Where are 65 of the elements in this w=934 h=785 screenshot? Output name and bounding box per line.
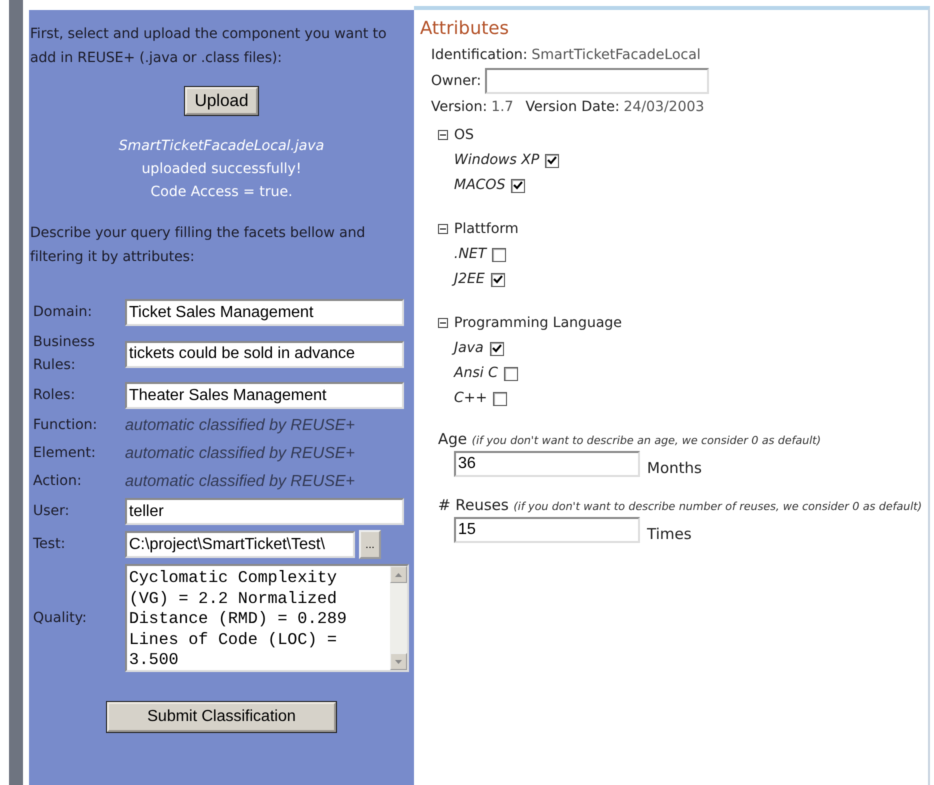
down-arrow-icon bbox=[395, 660, 402, 664]
owner-field[interactable] bbox=[485, 68, 710, 94]
field-heading: # Reuses (if you don't want to describe number of reuses, we consider 0 as default) bbox=[438, 495, 922, 516]
field-label: Owner: bbox=[431, 72, 482, 91]
unit-label: Times bbox=[647, 525, 692, 543]
facet-label: Roles: bbox=[33, 386, 76, 405]
field-label: Identification: bbox=[431, 46, 528, 65]
file-path-field[interactable]: C:\project\SmartTicket\Test\ bbox=[125, 531, 355, 558]
auto-classified-note: automatic classified by REUSE+ bbox=[125, 444, 356, 464]
upload-status: Code Access = true. bbox=[150, 183, 293, 202]
option-label: C++ bbox=[454, 389, 488, 408]
option-label: Java bbox=[454, 336, 484, 361]
auto-classified-note: automatic classified by REUSE+ bbox=[125, 416, 356, 436]
checked-checkbox[interactable] bbox=[545, 154, 560, 168]
text-field[interactable]: tickets could be sold in advance bbox=[125, 340, 404, 368]
quality-field[interactable]: Cyclomatic Complexity (VG) = 2.2 Normalized Distance (RMD) = 0.289 Lines of Code (LOC) = 3.500 bbox=[125, 564, 409, 672]
option-label: Ansi C bbox=[454, 364, 498, 383]
option-label: MACOS bbox=[454, 176, 506, 195]
option-label: J2EE bbox=[454, 267, 485, 292]
group-title: Plattform bbox=[454, 220, 519, 239]
group-title: OS bbox=[454, 126, 474, 145]
upload-status: uploaded successfully! bbox=[142, 160, 302, 179]
collapse-icon[interactable] bbox=[438, 130, 448, 140]
field-value: 24/03/2003 bbox=[624, 98, 704, 117]
facet-label: Element: bbox=[33, 444, 97, 463]
submit-button[interactable]: Submit Classification bbox=[107, 702, 336, 732]
facet-label: Business Rules: bbox=[33, 333, 96, 375]
query-instructions: Describe your query filling the facets bellow and filtering it by attributes: bbox=[29, 224, 366, 267]
field-label: Version Date: bbox=[525, 98, 620, 117]
facet-label: Quality: bbox=[33, 608, 88, 628]
facet-label: Domain: bbox=[33, 303, 94, 322]
scroll-up-button[interactable] bbox=[390, 566, 407, 583]
collapse-icon[interactable] bbox=[438, 224, 448, 234]
field-heading: Age (if you don't want to describe an age, we consider 0 as default) bbox=[438, 429, 822, 450]
unit-label: Months bbox=[647, 459, 702, 477]
facet-label: Function: bbox=[33, 416, 98, 435]
auto-classified-note: automatic classified by REUSE+ bbox=[125, 472, 356, 492]
checkbox[interactable] bbox=[504, 366, 518, 380]
upload-button[interactable]: Upload bbox=[184, 87, 258, 115]
text-field[interactable]: Theater Sales Management bbox=[125, 382, 404, 409]
facet-label: Test: bbox=[33, 535, 66, 554]
number-field[interactable]: 36 bbox=[454, 451, 640, 477]
facet-label: Action: bbox=[33, 472, 83, 491]
checked-checkbox[interactable] bbox=[490, 342, 504, 356]
text-field[interactable]: Ticket Sales Management bbox=[125, 299, 404, 326]
scroll-down-button[interactable] bbox=[390, 653, 407, 670]
field-label: Version: bbox=[431, 98, 488, 117]
section-title: Attributes bbox=[420, 17, 510, 41]
collapse-icon[interactable] bbox=[438, 318, 448, 328]
option-label: .NET bbox=[454, 245, 486, 264]
checkbox[interactable] bbox=[492, 248, 506, 262]
facet-label: User: bbox=[33, 502, 70, 521]
upload-instructions: First, select and upload the component you want to add in REUSE+ (.java or .class files): bbox=[29, 25, 388, 68]
field-value: SmartTicketFacadeLocal bbox=[532, 46, 701, 65]
up-arrow-icon bbox=[395, 572, 402, 576]
number-field[interactable]: 15 bbox=[454, 517, 640, 543]
text-field[interactable]: teller bbox=[125, 498, 404, 525]
group-title: Programming Language bbox=[454, 314, 622, 333]
option-label: Windows XP bbox=[454, 151, 540, 170]
checked-checkbox[interactable] bbox=[511, 178, 526, 192]
checked-checkbox[interactable] bbox=[490, 272, 505, 286]
checkbox[interactable] bbox=[493, 392, 508, 406]
browse-button[interactable]: ... bbox=[359, 530, 381, 559]
field-value: 1.7 bbox=[491, 98, 514, 117]
uploaded-file-name: SmartTicketFacadeLocal.java bbox=[118, 137, 324, 156]
